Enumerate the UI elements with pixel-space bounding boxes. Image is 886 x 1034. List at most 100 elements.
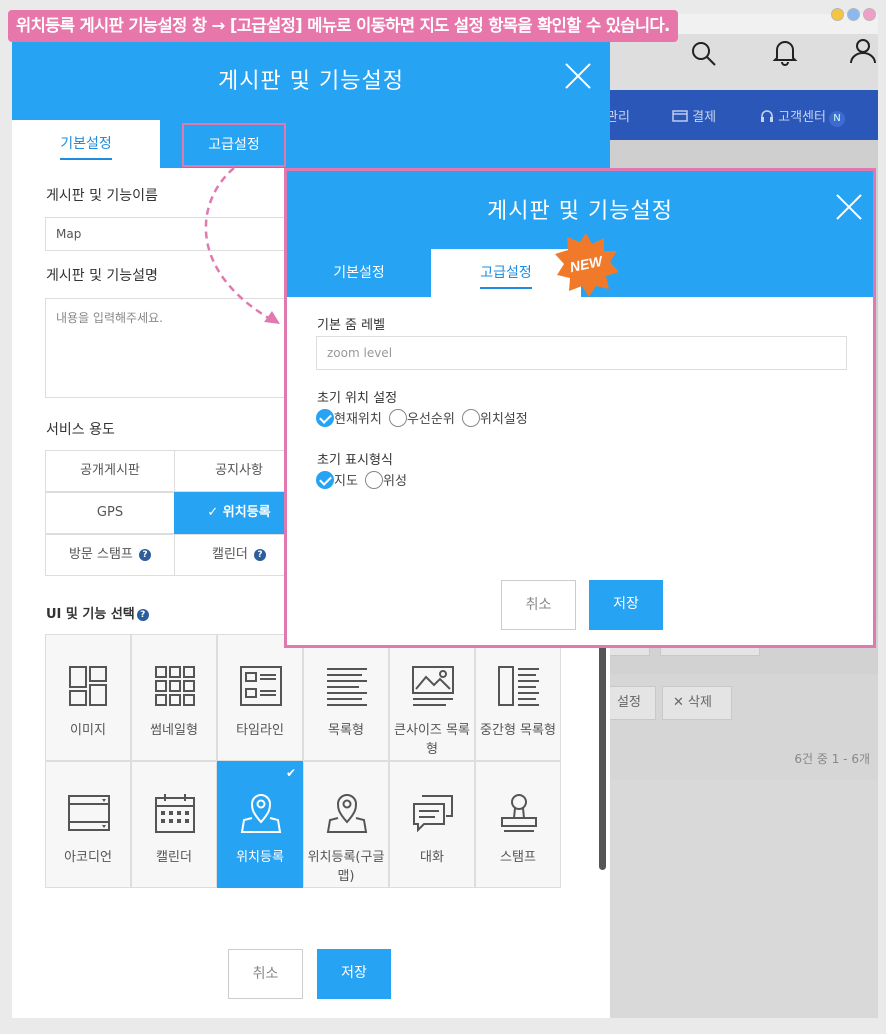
tab-advanced-label: 고급설정 [480, 265, 532, 289]
nav-support-label: 고객센터 [778, 110, 826, 125]
zoom-input[interactable]: zoom level [316, 336, 847, 370]
save-button[interactable]: 저장 [589, 580, 663, 630]
ui-option-label: 위치등록(구글맵) [307, 850, 385, 884]
zoom-label: 기본 줌 레벨 [317, 318, 386, 333]
modal-header: 게시판 및 기능설정 [12, 40, 610, 120]
bg-delete-label: 삭제 [688, 695, 712, 710]
timeline-icon [240, 666, 282, 706]
bg-count: 6건 중 1 - 6개 [794, 752, 870, 766]
bell-icon[interactable] [772, 38, 798, 66]
checkmark-icon: ✔ [285, 766, 296, 780]
help-icon[interactable]: ? [136, 608, 149, 621]
ui-option-label: 타임라인 [236, 723, 284, 738]
nav-payment-label: 결제 [692, 110, 717, 125]
dot-pink [863, 8, 876, 21]
ui-option-chat[interactable]: 대화 [389, 761, 475, 888]
map-pin-icon [240, 794, 282, 833]
radio-priority-label: 우선순위 [406, 412, 455, 427]
modal-tabs: 기본설정 고급설정 [12, 120, 610, 168]
init-loc-options: 현재위치 우선순위 위치설정 [316, 407, 530, 427]
modal-title: 게시판 및 기능설정 [487, 199, 673, 224]
headset-icon [761, 110, 773, 122]
caption-banner: 위치등록 게시판 기능설정 창 → [고급설정] 메뉴로 이동하면 지도 설정 … [8, 10, 678, 42]
ui-option-calendar[interactable]: 캘린더 [131, 761, 217, 888]
ui-label: UI 및 기능 선택? [46, 603, 149, 622]
desc-label: 게시판 및 기능설명 [46, 268, 158, 284]
display-options: 지도 위성 [316, 469, 409, 489]
settings-modal-advanced: 게시판 및 기능설정 기본설정 고급설정 NEW 기본 줌 레벨 zoom le… [284, 168, 876, 648]
ui-option-stamp[interactable]: 스탬프 [475, 761, 561, 888]
modal-title: 게시판 및 기능설정 [218, 69, 404, 94]
tab-basic-label: 기본설정 [60, 136, 112, 160]
accordion-icon [68, 795, 110, 831]
radio-map-label: 지도 [334, 474, 358, 489]
display-label: 초기 표시형식 [317, 453, 393, 468]
search-icon[interactable] [690, 40, 718, 68]
nav-payment[interactable]: 결제 [672, 106, 716, 125]
radio-current-location-label: 현재위치 [334, 412, 382, 427]
image-layout-icon [69, 666, 107, 706]
ui-option-medium-list[interactable]: 중간형 목록형 [475, 634, 561, 761]
ui-option-timeline[interactable]: 타임라인 [217, 634, 303, 761]
name-label: 게시판 및 기능이름 [46, 188, 158, 204]
radio-current-location[interactable] [316, 408, 334, 427]
radio-priority[interactable] [388, 408, 407, 427]
usage-visit-stamp[interactable]: 방문 스탬프 ? [45, 534, 175, 576]
radio-map[interactable] [316, 470, 334, 489]
ui-option-large-list[interactable]: 큰사이즈 목록형 [389, 634, 475, 761]
usage-gps[interactable]: GPS [45, 492, 175, 534]
dot-yellow [831, 8, 844, 21]
stamp-icon [501, 794, 537, 832]
dot-blue [847, 8, 860, 21]
bg-header [600, 34, 878, 90]
medium-list-icon [498, 666, 539, 706]
large-list-icon [412, 666, 454, 706]
nav-badge: N [828, 111, 845, 127]
ui-option-label: 목록형 [328, 723, 364, 738]
ui-option-image[interactable]: 이미지 [45, 634, 131, 761]
tab-basic[interactable]: 기본설정 [287, 249, 431, 297]
ui-option-label: 이미지 [70, 723, 106, 738]
radio-satellite-label: 위성 [383, 474, 407, 489]
save-button[interactable]: 저장 [317, 949, 391, 999]
tab-basic[interactable]: 기본설정 [12, 120, 160, 168]
nav-support[interactable]: 고객센터 N [760, 106, 845, 127]
ui-option-list[interactable]: 목록형 [303, 634, 389, 761]
chat-icon [413, 795, 453, 833]
ui-option-thumbnail[interactable]: 썸네일형 [131, 634, 217, 761]
map-pin-icon [326, 794, 368, 833]
usage-label: 서비스 용도 [46, 422, 115, 438]
bg-delete-button[interactable]: ✕ 삭제 [662, 686, 732, 720]
ui-option-accordion[interactable]: 아코디언 [45, 761, 131, 888]
ui-option-location-google[interactable]: 위치등록(구글맵) [303, 761, 389, 888]
user-icon[interactable] [848, 36, 878, 66]
help-icon[interactable]: ? [254, 548, 267, 561]
radio-location-setting[interactable] [461, 408, 480, 427]
calendar-icon [155, 794, 195, 833]
ui-option-label: 썸네일형 [150, 723, 198, 738]
usage-public-board[interactable]: 공개게시판 [45, 450, 175, 492]
usage-visit-stamp-label: 방문 스탬프 [68, 547, 133, 562]
close-icon[interactable] [564, 62, 592, 90]
init-loc-label: 초기 위치 설정 [317, 391, 398, 406]
cancel-button[interactable]: 취소 [228, 949, 303, 999]
radio-satellite[interactable] [365, 470, 384, 489]
list-icon [327, 668, 367, 706]
ui-option-label: 아코디언 [64, 850, 112, 865]
close-icon[interactable] [835, 193, 863, 221]
bg-nav: 관리 결제 고객센터 N [600, 90, 878, 140]
ui-option-label: 캘린더 [156, 850, 192, 865]
new-badge: NEW [555, 233, 619, 297]
radio-location-setting-label: 위치설정 [479, 412, 528, 427]
ui-label-text: UI 및 기능 선택 [46, 607, 135, 622]
tab-advanced-label: 고급설정 [208, 137, 260, 153]
card-icon [672, 110, 688, 122]
ui-option-location[interactable]: ✔ 위치등록 [217, 761, 303, 888]
help-icon[interactable]: ? [139, 548, 152, 561]
bg-settings-button[interactable]: 설정 [606, 686, 656, 720]
arrow-annotation [204, 167, 280, 324]
ui-option-label: 위치등록 [236, 850, 284, 865]
thumbnail-grid-icon [155, 666, 195, 706]
x-icon: ✕ [673, 695, 689, 710]
cancel-button[interactable]: 취소 [501, 580, 576, 630]
